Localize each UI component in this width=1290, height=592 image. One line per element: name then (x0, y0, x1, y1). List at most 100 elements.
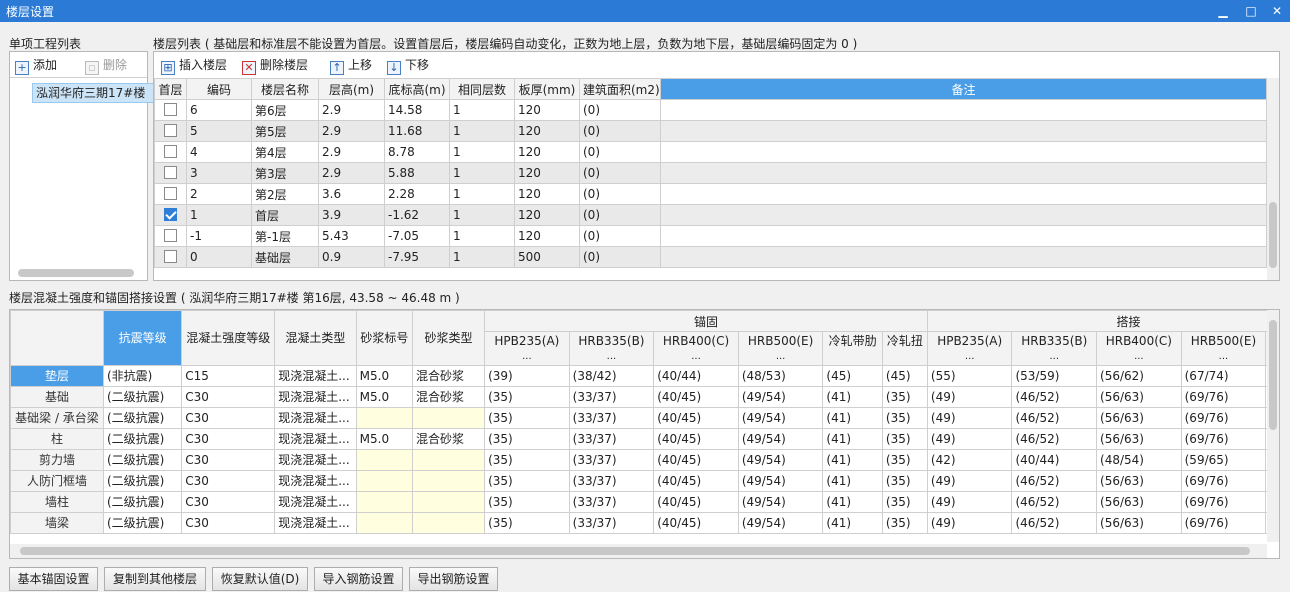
floor-same-cell[interactable]: 1 (449, 246, 515, 268)
anchor-cell[interactable]: (35) (484, 406, 570, 429)
grade-cell[interactable]: C30 (181, 385, 276, 408)
seismic-col-header[interactable]: 抗震等级 (102, 310, 183, 366)
anchor-cell[interactable]: (41) (822, 511, 883, 534)
anchor-cell[interactable]: (35) (484, 385, 570, 408)
floor-same-cell[interactable]: 1 (449, 99, 515, 121)
grade-cell[interactable]: C30 (181, 448, 276, 471)
mtype-cell[interactable]: 混合砂浆 (412, 385, 486, 408)
first-floor-cell[interactable] (154, 246, 187, 268)
mtype-cell[interactable] (412, 490, 486, 513)
floor-col-header[interactable]: 编码 (186, 78, 252, 100)
floor-row[interactable]: 2 第2层 3.6 2.28 1 120 (0) (154, 183, 1267, 205)
lap-cell[interactable]: (56/63) (1096, 469, 1182, 492)
anchor-col-header[interactable]: 冷轧带肋 (822, 331, 883, 349)
anchor-cell[interactable]: (35) (484, 490, 570, 513)
component-row-header[interactable]: 垫层 (10, 364, 104, 387)
mtype-cell[interactable] (412, 511, 486, 534)
floor-slab-cell[interactable]: 120 (514, 141, 580, 163)
mortar-cell[interactable]: M5.0 (355, 364, 414, 387)
anchor-cell[interactable]: (40/45) (653, 490, 739, 513)
grade-cell[interactable]: C30 (181, 490, 276, 513)
anchor-cell[interactable]: (40/45) (653, 385, 739, 408)
floor-col-header[interactable]: 底标高(m) (384, 78, 450, 100)
anchor-cell[interactable]: (35) (881, 385, 928, 408)
anchor-cell[interactable]: (33/37) (568, 469, 655, 492)
floor-slab-cell[interactable]: 120 (514, 225, 580, 247)
anchor-cell[interactable]: (40/45) (653, 448, 739, 471)
floor-slab-cell[interactable]: 120 (514, 99, 580, 121)
lap-col-header[interactable]: HPB235(A) (926, 331, 1013, 349)
export-rebar-button[interactable]: 导出钢筋设置 (409, 567, 498, 591)
floor-height-cell[interactable]: 0.9 (318, 246, 385, 268)
floor-area-cell[interactable]: (0) (579, 204, 661, 226)
concrete-row[interactable]: 基础 (二级抗震) C30 现浇混凝土... M5.0 混合砂浆 (35) (33/37) (4… (10, 385, 1279, 408)
floor-row[interactable]: 3 第3层 2.9 5.88 1 120 (0) (154, 162, 1267, 184)
ctype-cell[interactable]: 现浇混凝土... (274, 490, 357, 513)
lap-cell[interactable]: (69/76) (1180, 406, 1267, 429)
anchor-col-header-more[interactable] (822, 349, 883, 366)
floor-height-cell[interactable]: 2.9 (318, 99, 385, 121)
anchor-cell[interactable]: (45) (822, 364, 883, 387)
anchor-col-header[interactable]: HRB335(B) (568, 331, 655, 349)
first-floor-cell[interactable] (154, 120, 187, 142)
floor-area-cell[interactable]: (0) (579, 246, 661, 268)
lap-col-header[interactable]: HRB335(B) (1011, 331, 1098, 349)
concrete-row[interactable]: 垫层 (非抗震) C15 现浇混凝土... M5.0 混合砂浆 (39) (38/42) (40… (10, 364, 1279, 387)
component-row-header[interactable]: 基础 (10, 385, 104, 408)
floor-base-cell[interactable]: 14.58 (384, 99, 450, 121)
floor-vertical-scrollbar[interactable] (1267, 78, 1279, 280)
mortar-cell[interactable]: M5.0 (355, 427, 414, 450)
lap-cell[interactable]: (46/52) (1011, 385, 1098, 408)
anchor-cell[interactable]: (45) (881, 364, 928, 387)
mtype-cell[interactable] (412, 448, 486, 471)
floor-note-cell[interactable] (660, 225, 1267, 247)
lap-cell[interactable]: (46/52) (1011, 406, 1098, 429)
checkbox[interactable] (164, 250, 177, 263)
floor-height-cell[interactable]: 2.9 (318, 141, 385, 163)
floor-base-cell[interactable]: 5.88 (384, 162, 450, 184)
lap-cell[interactable]: (42) (926, 448, 1013, 471)
floor-note-cell[interactable] (660, 141, 1267, 163)
scroll-thumb[interactable] (20, 547, 1250, 555)
floor-height-cell[interactable]: 5.43 (318, 225, 385, 247)
concrete-row[interactable]: 剪力墙 (二级抗震) C30 现浇混凝土... (35) (33/37) (40/45) (4… (10, 448, 1279, 471)
floor-same-cell[interactable]: 1 (449, 141, 515, 163)
floor-code-cell[interactable]: 0 (186, 246, 252, 268)
floor-code-cell[interactable]: 6 (186, 99, 252, 121)
anchor-col-header[interactable]: HRB400(C) (653, 331, 739, 349)
floor-row[interactable]: 1 首层 3.9 -1.62 1 120 (0) (154, 204, 1267, 226)
floor-col-header[interactable]: 相同层数 (449, 78, 515, 100)
anchor-cell[interactable]: (41) (822, 385, 883, 408)
concrete-row[interactable]: 柱 (二级抗震) C30 现浇混凝土... M5.0 混合砂浆 (35) (33/37) (40… (10, 427, 1279, 450)
anchor-col-header-more[interactable]: ... (568, 349, 655, 366)
anchor-col-header[interactable]: 冷轧扭 (881, 331, 928, 349)
anchor-cell[interactable]: (38/42) (568, 364, 655, 387)
anchor-cell[interactable]: (41) (822, 490, 883, 513)
delete-project-button[interactable]: ▫ 删除 (85, 55, 127, 75)
mortar-type-col-header[interactable]: 砂浆类型 (412, 310, 486, 366)
anchor-cell[interactable]: (33/37) (568, 385, 655, 408)
lap-cell[interactable]: (46/52) (1011, 511, 1098, 534)
first-floor-cell[interactable] (154, 225, 187, 247)
floor-slab-cell[interactable]: 120 (514, 183, 580, 205)
concrete-horizontal-scrollbar[interactable] (10, 544, 1267, 558)
anchor-cell[interactable]: (33/37) (568, 406, 655, 429)
anchor-cell[interactable]: (35) (484, 427, 570, 450)
floor-area-cell[interactable]: (0) (579, 120, 661, 142)
first-floor-cell[interactable] (154, 183, 187, 205)
anchor-col-header-more[interactable]: ... (653, 349, 739, 366)
floor-note-cell[interactable] (660, 120, 1267, 142)
lap-cell[interactable]: (69/76) (1180, 511, 1267, 534)
grade-cell[interactable]: C30 (181, 511, 276, 534)
anchor-cell[interactable]: (49/54) (737, 427, 824, 450)
anchor-cell[interactable]: (41) (822, 448, 883, 471)
seismic-cell[interactable]: (二级抗震) (102, 427, 183, 450)
floor-row[interactable]: 5 第5层 2.9 11.68 1 120 (0) (154, 120, 1267, 142)
floor-note-cell[interactable] (660, 204, 1267, 226)
lap-cell[interactable]: (69/76) (1180, 490, 1267, 513)
lap-cell[interactable]: (53/59) (1011, 364, 1098, 387)
lap-cell[interactable]: (56/63) (1096, 490, 1182, 513)
lap-cell[interactable]: (67/74) (1180, 364, 1267, 387)
floor-name-cell[interactable]: 基础层 (251, 246, 319, 268)
floor-name-cell[interactable]: 第-1层 (251, 225, 319, 247)
